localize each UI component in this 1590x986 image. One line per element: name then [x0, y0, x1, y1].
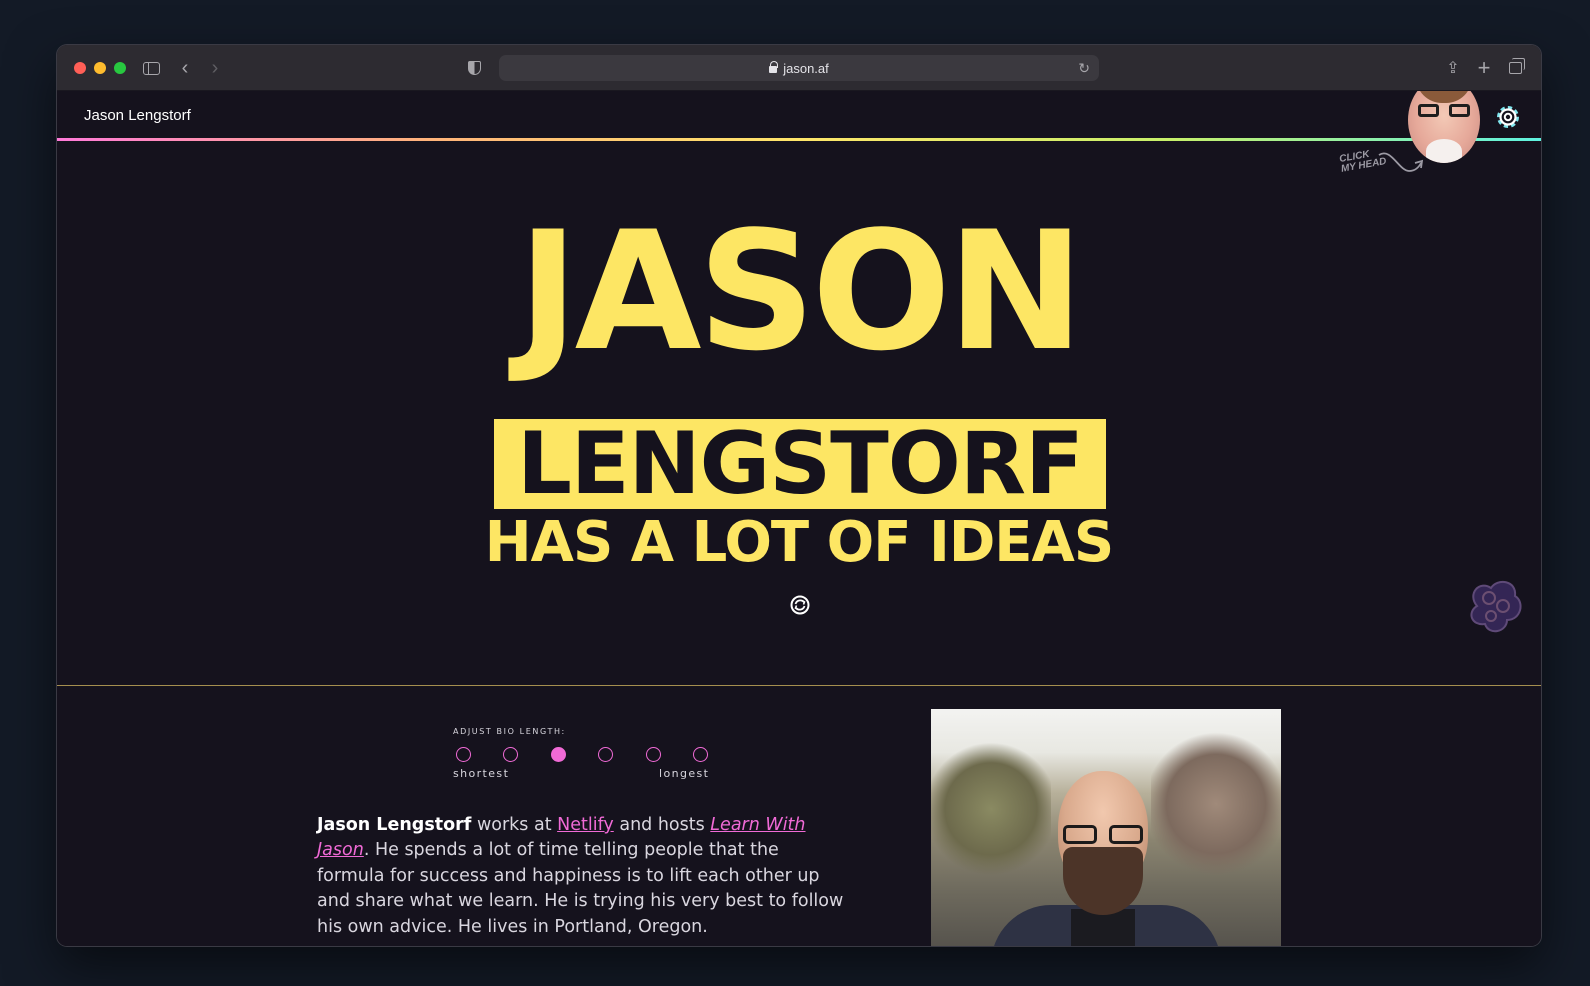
- settings-gear-icon[interactable]: [1493, 102, 1523, 132]
- hero: JASON LENGSTORF HAS A LOT OF IDEAS: [57, 143, 1541, 643]
- bio-text-segment: and hosts: [613, 815, 711, 835]
- bio-length-option-selected[interactable]: [551, 747, 566, 762]
- new-tab-plus-icon[interactable]: +: [1474, 55, 1494, 80]
- bio-length-option[interactable]: [598, 747, 613, 762]
- bio-text-segment: He spends a lot of time telling people t…: [317, 840, 844, 937]
- profile-photo: [931, 709, 1281, 946]
- bio-length-scale: shortest longest: [453, 767, 713, 780]
- close-window-button[interactable]: [74, 62, 86, 74]
- shuffle-tagline-icon[interactable]: [789, 594, 811, 616]
- bio-length-control: ADJUST BIO LENGTH: shortest longest: [453, 727, 713, 780]
- browser-window: ‹ › jason.af ↻ ⇪ + Jason Lengstorf CLICK…: [57, 45, 1541, 946]
- bio-paragraph: Jason Lengstorf works at Netlify and hos…: [317, 813, 847, 940]
- bio-length-option[interactable]: [693, 747, 708, 762]
- bio-length-option[interactable]: [503, 747, 518, 762]
- site-home-link[interactable]: Jason Lengstorf: [84, 107, 191, 124]
- bio-longest-label: longest: [659, 767, 710, 780]
- bio-shortest-label: shortest: [453, 767, 510, 780]
- browser-toolbar: ‹ › jason.af ↻ ⇪ +: [57, 45, 1541, 91]
- tab-overview-icon[interactable]: [1505, 57, 1525, 79]
- forward-arrow-icon[interactable]: ›: [205, 57, 225, 79]
- rainbow-divider: [57, 138, 1541, 141]
- netlify-link[interactable]: Netlify: [557, 815, 614, 835]
- bio-text-segment: works at: [471, 815, 558, 835]
- privacy-shield-icon[interactable]: [464, 57, 484, 79]
- address-bar[interactable]: jason.af ↻: [499, 55, 1099, 81]
- lock-icon: [769, 61, 779, 73]
- reload-icon[interactable]: ↻: [1078, 60, 1090, 77]
- bio-length-option[interactable]: [456, 747, 471, 762]
- sidebar-toggle-icon[interactable]: [141, 57, 161, 79]
- hero-last-name-box: LENGSTORF: [494, 419, 1106, 509]
- section-divider: [57, 685, 1541, 686]
- bio-length-option[interactable]: [646, 747, 661, 762]
- hero-last-name: LENGSTORF: [517, 414, 1084, 514]
- hero-first-name: JASON: [517, 196, 1085, 387]
- window-controls: [74, 62, 126, 74]
- hero-tagline: HAS A LOT OF IDEAS: [484, 510, 1114, 575]
- bio-length-options: [456, 747, 711, 765]
- share-icon[interactable]: ⇪: [1443, 57, 1463, 79]
- site-header: Jason Lengstorf: [57, 91, 1541, 139]
- corner-logo-icon[interactable]: [1467, 576, 1525, 636]
- address-url: jason.af: [783, 60, 829, 76]
- zoom-window-button[interactable]: [114, 62, 126, 74]
- back-arrow-icon[interactable]: ‹: [175, 57, 195, 79]
- minimize-window-button[interactable]: [94, 62, 106, 74]
- bio-name: Jason Lengstorf: [317, 815, 472, 835]
- bio-length-label: ADJUST BIO LENGTH:: [453, 727, 566, 736]
